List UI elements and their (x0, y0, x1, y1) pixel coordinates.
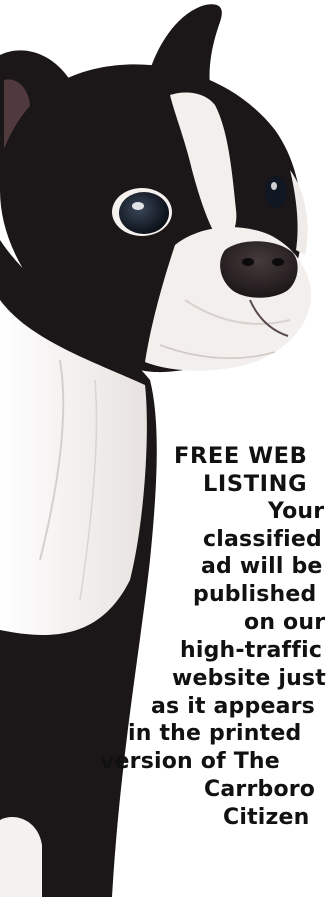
headline-line-1: FREE WEB (174, 443, 308, 469)
body-line-3: ad will be (201, 554, 323, 579)
body-line-8: as it appears (151, 694, 315, 719)
body-line-12: Citizen (223, 805, 310, 830)
body-line-9: in the printed (128, 721, 302, 746)
body-line-11: Carrboro (204, 777, 316, 802)
headline-line-2: LISTING (203, 471, 308, 497)
body-line-7: website just (172, 666, 326, 691)
classified-ad-panel: FREE WEB LISTING Your classified ad will… (0, 0, 326, 897)
body-line-5: on our (244, 610, 326, 635)
body-line-10: version of The (100, 749, 280, 774)
body-line-2: classified (203, 527, 322, 552)
body-line-4: published (193, 582, 317, 607)
body-line-1: Your (268, 499, 325, 524)
ad-copy: FREE WEB LISTING Your classified ad will… (0, 0, 326, 897)
body-line-6: high-traffic (180, 638, 323, 663)
